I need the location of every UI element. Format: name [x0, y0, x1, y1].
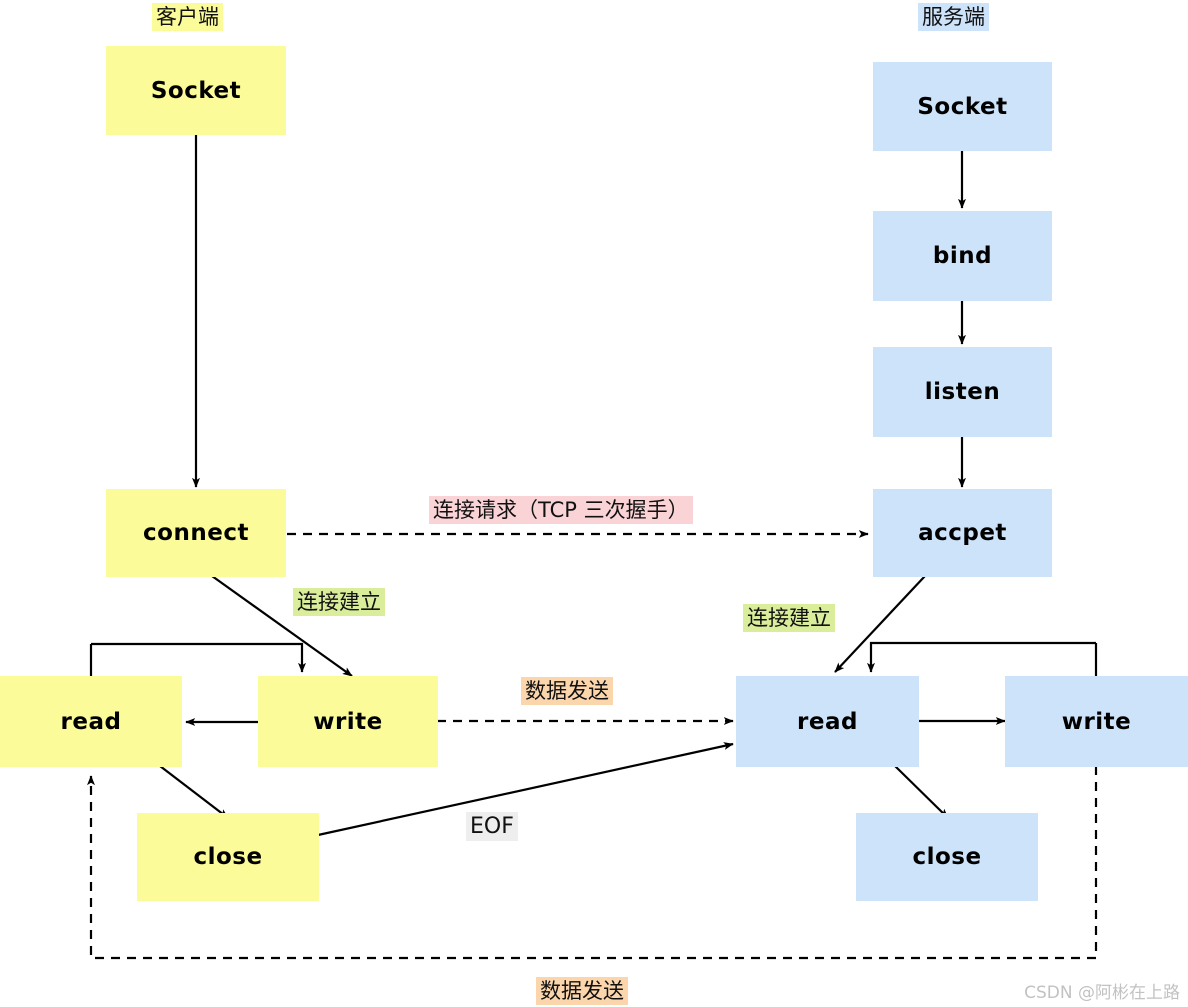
edge-server-read-to-close [894, 765, 949, 819]
node-client-read[interactable]: read [0, 676, 182, 767]
edge-server-accept-to-read [834, 575, 926, 673]
node-client-write[interactable]: write [258, 676, 438, 767]
label-eof: EOF [466, 812, 518, 842]
node-server-read[interactable]: read [736, 676, 919, 767]
node-label: connect [143, 520, 249, 546]
node-label: read [797, 708, 858, 735]
node-client-socket[interactable]: Socket [106, 46, 286, 135]
node-label: close [193, 844, 263, 870]
node-server-bind[interactable]: bind [873, 211, 1052, 301]
label-connection-established-client: 连接建立 [293, 588, 385, 617]
watermark: CSDN @阿彬在上路 [1024, 983, 1180, 1003]
edge-client-read-to-close [159, 765, 229, 819]
label-handshake: 连接请求（TCP 三次握手） [429, 496, 693, 525]
node-server-socket[interactable]: Socket [873, 62, 1052, 151]
node-label: accpet [918, 520, 1007, 546]
node-label: Socket [150, 77, 242, 104]
label-data-send-bottom: 数据发送 [536, 977, 628, 1006]
node-server-write[interactable]: write [1005, 676, 1188, 767]
client-title: 客户端 [152, 3, 223, 32]
node-label: write [313, 708, 383, 735]
node-label: bind [932, 243, 993, 269]
server-title: 服务端 [918, 3, 989, 32]
node-label: read [60, 708, 122, 735]
node-label: close [912, 844, 982, 870]
node-label: Socket [917, 93, 1008, 120]
label-connection-established-server: 连接建立 [743, 604, 835, 633]
node-server-accept[interactable]: accpet [873, 489, 1052, 577]
node-label: listen [924, 379, 1001, 405]
node-client-close[interactable]: close [137, 813, 319, 901]
node-label: write [1061, 708, 1132, 735]
node-server-listen[interactable]: listen [873, 347, 1052, 437]
edge-server-write-loop-to-read [867, 641, 1096, 673]
label-data-send-top: 数据发送 [521, 677, 613, 706]
edge-client-read-loop-to-write [91, 642, 306, 673]
diagram-canvas: accpet (TCP handshake) --> server read (… [0, 0, 1188, 1007]
node-client-connect[interactable]: connect [106, 489, 286, 577]
node-server-close[interactable]: close [856, 813, 1038, 901]
